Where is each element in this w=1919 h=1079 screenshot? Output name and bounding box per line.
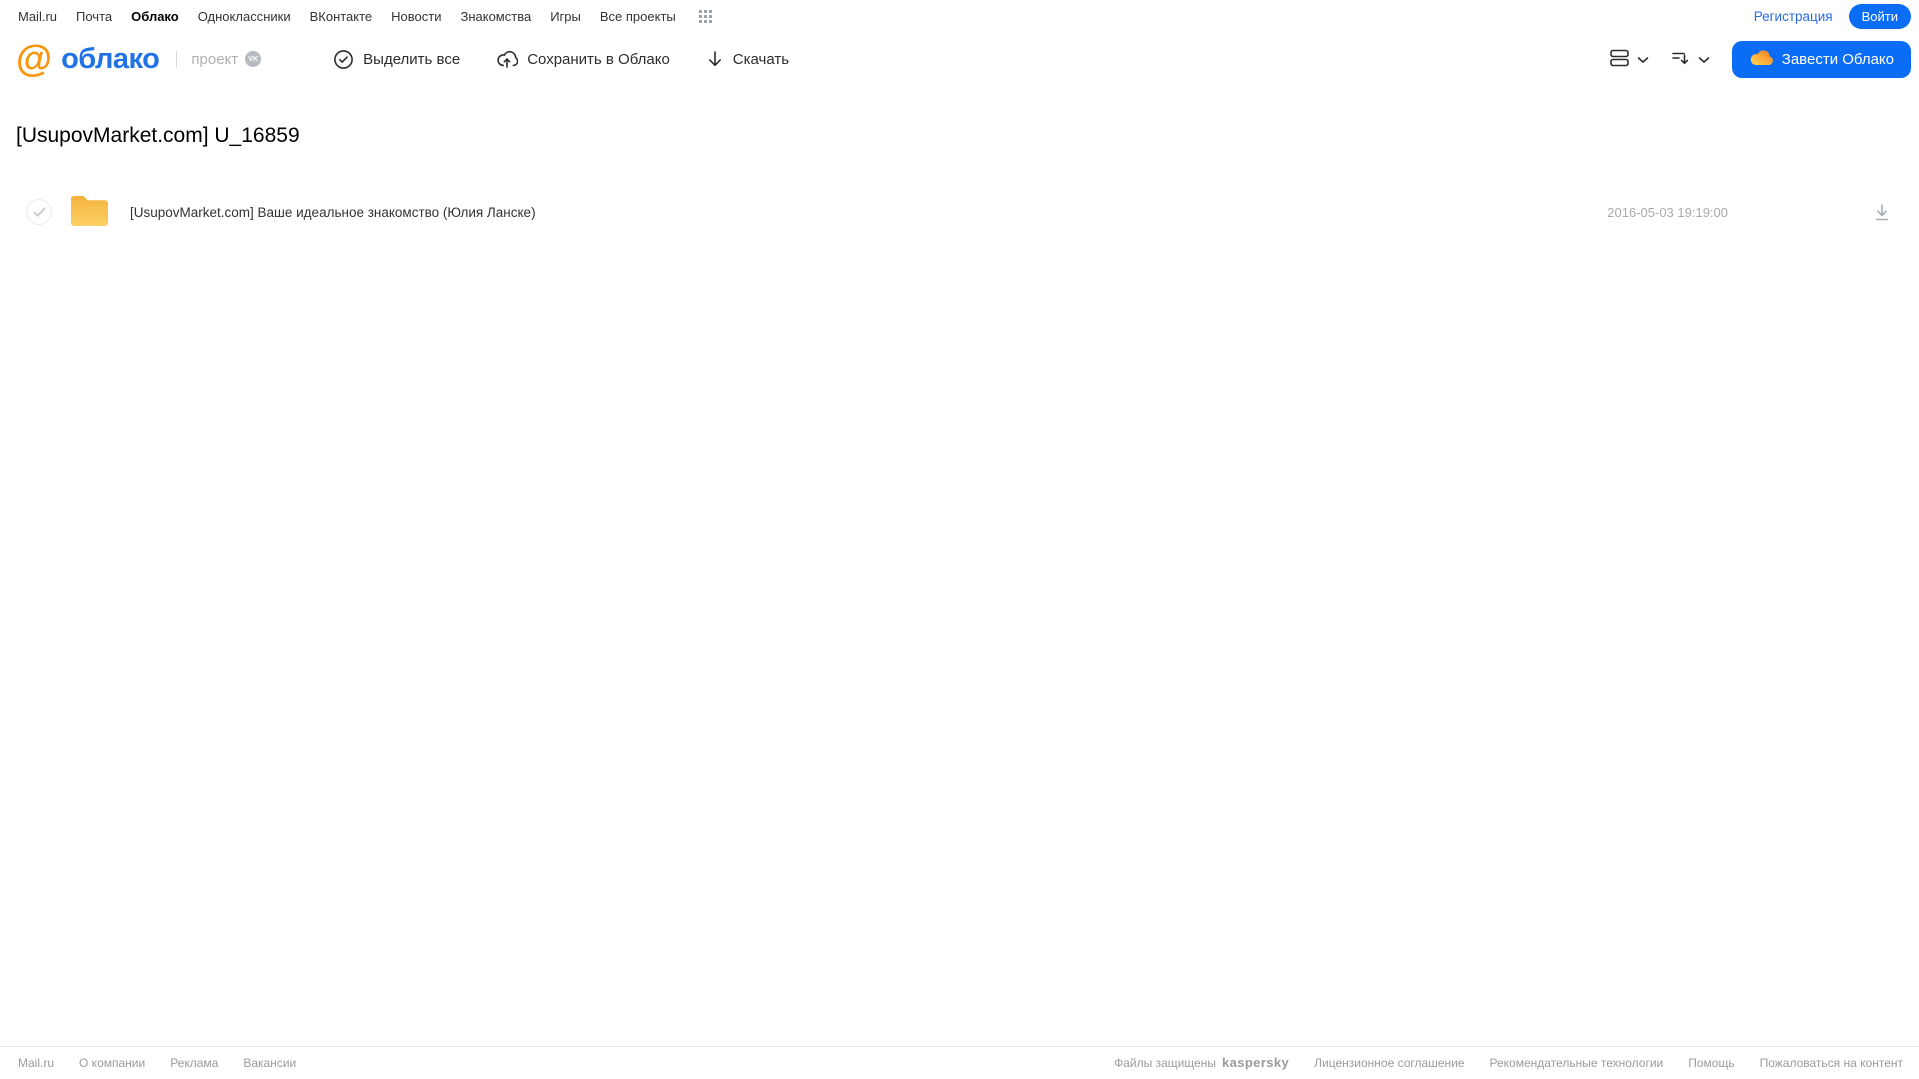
- download-label: Скачать: [732, 50, 790, 68]
- registration-link[interactable]: Регистрация: [1754, 9, 1833, 24]
- portal-link-odnoklassniki[interactable]: Одноклассники: [198, 9, 291, 24]
- folder-icon: [69, 193, 110, 231]
- portal-link-znakomstva[interactable]: Знакомства: [460, 9, 531, 24]
- view-mode-dropdown[interactable]: [1609, 49, 1649, 70]
- portal-link-mailru[interactable]: Mail.ru: [18, 9, 57, 24]
- portal-nav: Mail.ru Почта Облако Одноклассники ВКонт…: [0, 0, 1919, 30]
- kaspersky-logo[interactable]: kaspersky: [1222, 1055, 1289, 1070]
- portal-link-novosti[interactable]: Новости: [391, 9, 441, 24]
- footer-link-mailru[interactable]: Mail.ru: [18, 1056, 54, 1070]
- login-button[interactable]: Войти: [1848, 3, 1911, 29]
- footer-link-jobs[interactable]: Вакансии: [243, 1056, 296, 1070]
- file-list: [UsupovMarket.com] Ваше идеальное знаком…: [16, 186, 1903, 238]
- portal-link-vkontakte[interactable]: ВКонтакте: [310, 9, 373, 24]
- select-all-button[interactable]: Выделить все: [333, 49, 460, 70]
- footer: Mail.ru О компании Реклама Вакансии Файл…: [0, 1046, 1919, 1079]
- save-to-cloud-label: Сохранить в Облако: [527, 50, 670, 68]
- toolbar: Выделить все Сохранить в Облако Скачать: [333, 49, 789, 70]
- row-download-button[interactable]: [1873, 203, 1891, 222]
- chevron-down-icon: [1698, 52, 1710, 67]
- check-icon: [33, 207, 45, 217]
- footer-left-links: Mail.ru О компании Реклама Вакансии: [18, 1056, 296, 1070]
- chevron-down-icon: [1637, 52, 1649, 67]
- create-cloud-label: Завести Облако: [1781, 50, 1894, 68]
- file-name-link[interactable]: [UsupovMarket.com] Ваше идеальное знаком…: [130, 205, 536, 220]
- row-checkbox[interactable]: [26, 199, 52, 225]
- portal-nav-right: Регистрация Войти: [1754, 3, 1911, 29]
- cloud-upload-icon: [496, 49, 519, 69]
- main-content: [UsupovMarket.com] U_16859 [UsupovMarket…: [0, 88, 1919, 1046]
- save-to-cloud-button[interactable]: Сохранить в Облако: [496, 49, 670, 69]
- logo-text: облако: [61, 42, 160, 75]
- download-to-line-icon: [1875, 203, 1889, 220]
- cloud-logo[interactable]: @ облако проект VK: [16, 37, 262, 79]
- sort-dropdown[interactable]: [1671, 49, 1710, 70]
- download-button[interactable]: Скачать: [706, 49, 789, 69]
- check-circle-icon: [333, 49, 354, 70]
- mailru-at-icon: @: [16, 37, 53, 79]
- file-date: 2016-05-03 19:19:00: [1607, 204, 1728, 220]
- page-title: [UsupovMarket.com] U_16859: [16, 124, 300, 147]
- footer-link-about[interactable]: О компании: [79, 1056, 145, 1070]
- sort-icon: [1671, 49, 1691, 70]
- download-arrow-icon: [706, 49, 724, 69]
- footer-link-report[interactable]: Пожаловаться на контент: [1760, 1056, 1903, 1070]
- vk-badge-icon: VK: [245, 51, 262, 67]
- project-vk-label: проект VK: [176, 50, 262, 68]
- footer-link-license[interactable]: Лицензионное соглашение: [1314, 1056, 1464, 1070]
- portal-link-igry[interactable]: Игры: [550, 9, 581, 24]
- header: @ облако проект VK Выделить все Сохранит…: [0, 30, 1919, 88]
- portal-link-pochta[interactable]: Почта: [76, 9, 112, 24]
- footer-link-recommendations[interactable]: Рекомендательные технологии: [1490, 1056, 1664, 1070]
- create-cloud-button[interactable]: Завести Облако: [1731, 40, 1911, 78]
- footer-link-help[interactable]: Помощь: [1688, 1056, 1734, 1070]
- footer-link-ads[interactable]: Реклама: [170, 1056, 218, 1070]
- header-right-controls: Завести Облако: [1609, 40, 1911, 78]
- select-all-label: Выделить все: [363, 50, 461, 68]
- portal-nav-links: Mail.ru Почта Облако Одноклассники ВКонт…: [18, 9, 712, 24]
- portal-link-vse-proekty[interactable]: Все проекты: [600, 9, 676, 24]
- cloud-icon: [1749, 49, 1773, 69]
- apps-grid-icon[interactable]: [698, 9, 712, 23]
- portal-link-oblako[interactable]: Облако: [131, 9, 179, 24]
- protected-by-label: Файлы защищены: [1114, 1055, 1216, 1070]
- kaspersky-protection: Файлы защищены kaspersky: [1114, 1055, 1289, 1070]
- list-view-icon: [1609, 49, 1630, 70]
- project-label: проект: [191, 50, 239, 68]
- file-row[interactable]: [UsupovMarket.com] Ваше идеальное знаком…: [16, 186, 1903, 238]
- footer-right-links: Файлы защищены kaspersky Лицензионное со…: [1114, 1055, 1903, 1070]
